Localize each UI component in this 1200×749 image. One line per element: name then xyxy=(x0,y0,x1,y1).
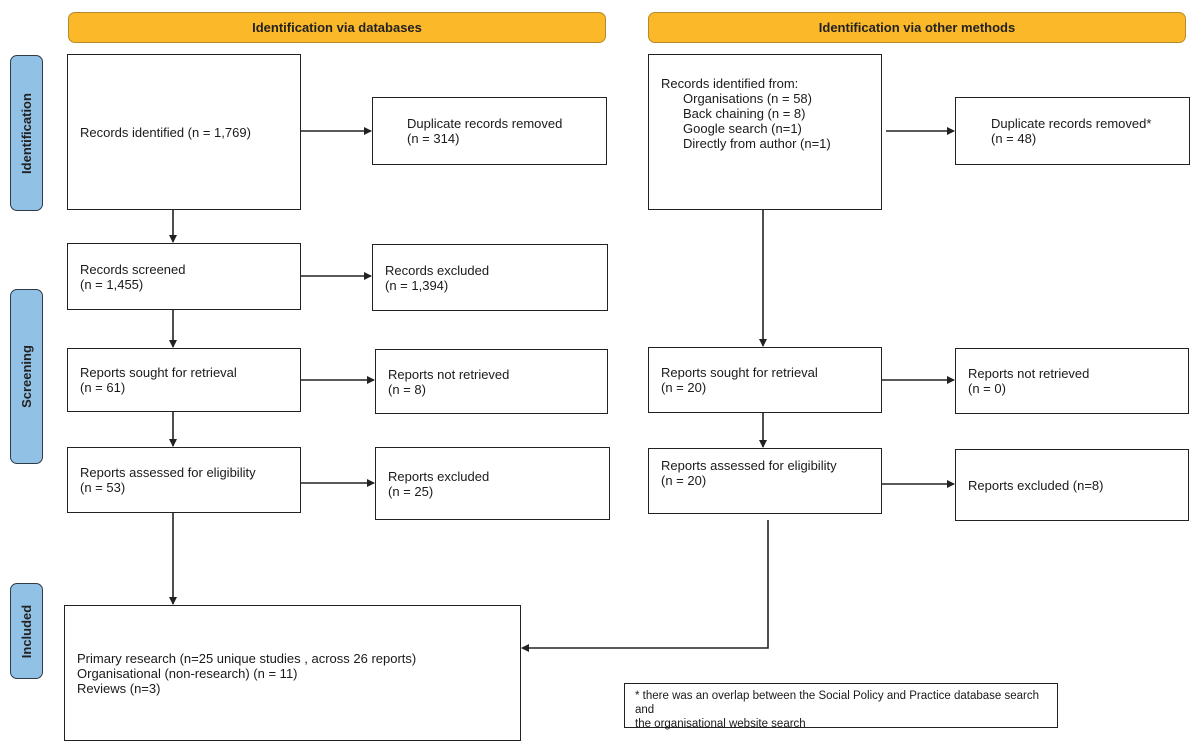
arrow-other-assessed-to-included xyxy=(521,520,769,652)
connector-layer xyxy=(169,127,955,652)
